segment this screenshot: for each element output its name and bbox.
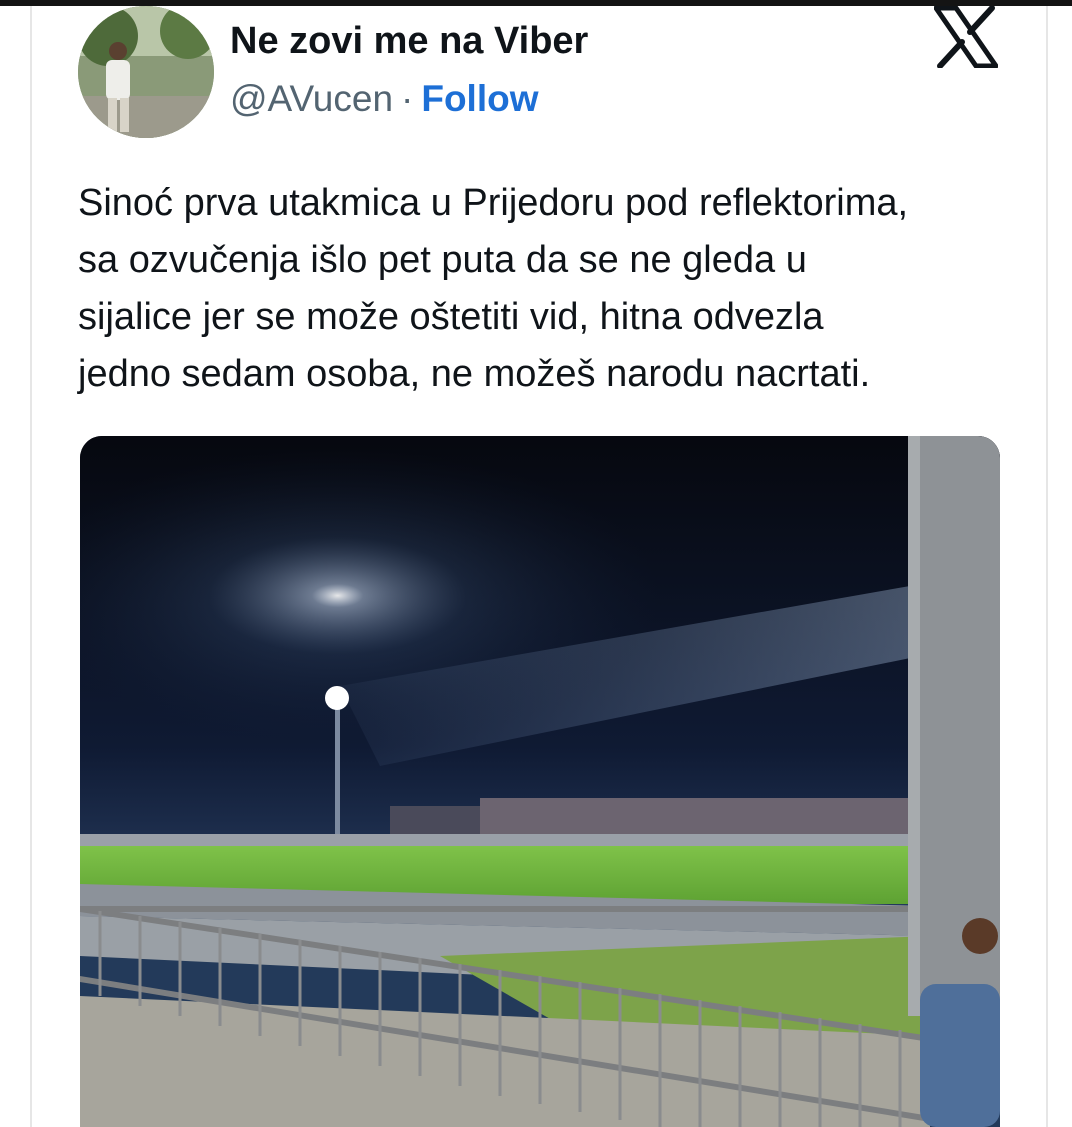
tweet-text: Sinoć prva utakmica u Prijedoru pod refl…: [78, 175, 1028, 403]
follow-button[interactable]: Follow: [421, 78, 538, 119]
tweet-text-line: Sinoć prva utakmica u Prijedoru pod refl…: [78, 182, 909, 224]
author-name[interactable]: Ne zovi me na Viber: [230, 20, 588, 63]
author-handle[interactable]: @AVucen: [230, 78, 393, 119]
tweet-text-line: jedno sedam osoba, ne možeš narodu nacrt…: [78, 353, 871, 395]
tweet-text-line: sijalice jer se može oštetiti vid, hitna…: [78, 296, 824, 338]
tweet-photo[interactable]: [80, 436, 1000, 1127]
avatar[interactable]: [78, 6, 214, 138]
author-handle-row: @AVucen · Follow: [230, 78, 539, 120]
tweet-text-line: sa ozvučenja išlo pet puta da se ne gled…: [78, 239, 807, 281]
separator-dot: ·: [401, 78, 414, 119]
card-border-left: [30, 6, 32, 1127]
x-logo-icon[interactable]: [933, 5, 999, 69]
top-bar: [0, 0, 1072, 6]
card-border-right: [1046, 6, 1048, 1127]
